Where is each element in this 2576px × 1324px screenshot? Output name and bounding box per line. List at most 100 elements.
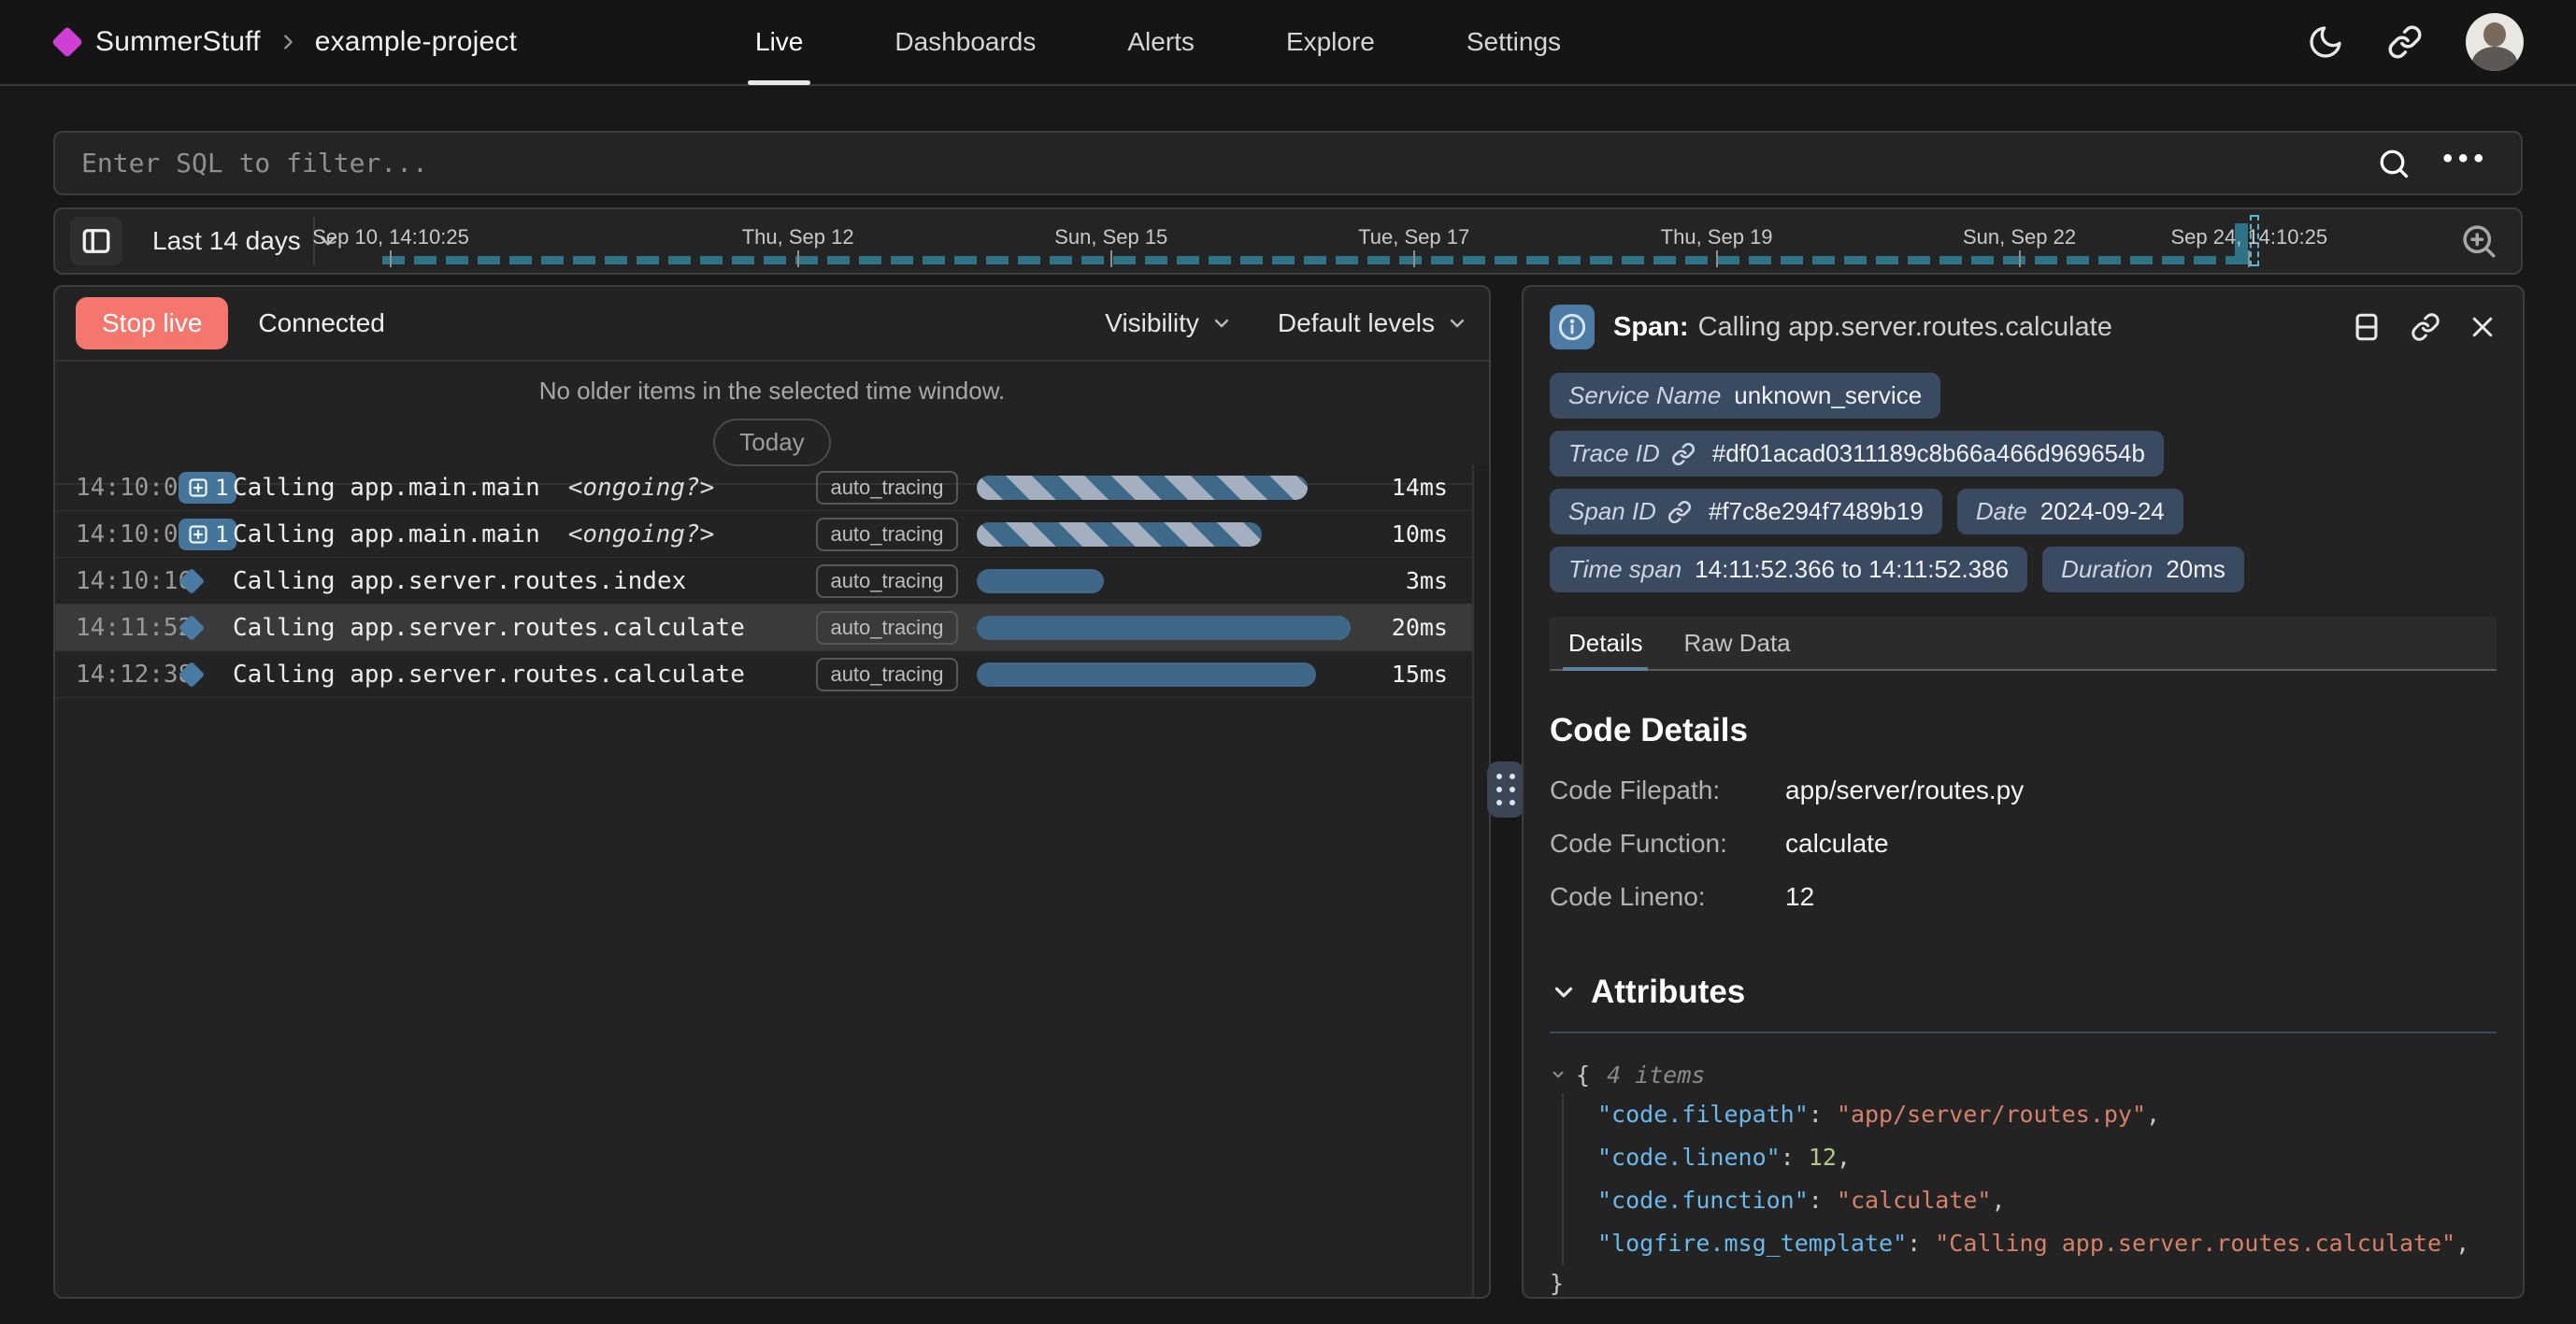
trace-row[interactable]: 14:11:52Calling app.server.routes.calcul… — [55, 605, 1472, 651]
trace-row-duration: 10ms — [1371, 520, 1472, 548]
sql-filter-input[interactable] — [55, 148, 2377, 178]
visibility-dropdown[interactable]: Visibility — [1105, 308, 1233, 338]
scrollbar-track[interactable] — [1472, 464, 1489, 1297]
trace-row[interactable]: 14:10:16Calling app.server.routes.indexa… — [55, 558, 1472, 605]
detail-tab-details[interactable]: Details — [1568, 617, 1642, 669]
timeline-tick-mark — [797, 250, 799, 267]
trace-row-tag-wrap: auto_tracing — [812, 658, 962, 691]
trace-row-time: 14:11:52 — [55, 614, 179, 642]
breadcrumb-project[interactable]: example-project — [315, 26, 517, 58]
duration-bar-track — [977, 522, 1362, 547]
timeline-tick-label: Sep 10, 14:10:25 — [312, 225, 469, 249]
meta-label: Service Name — [1568, 381, 1721, 410]
user-avatar[interactable] — [2466, 13, 2524, 71]
tag-auto-tracing[interactable]: auto_tracing — [816, 611, 957, 645]
chevron-down-icon — [1446, 312, 1468, 335]
json-open-brace: { — [1576, 1061, 1590, 1089]
trace-row-name: Calling app.server.routes.index — [233, 567, 686, 595]
duration-bar-track — [977, 616, 1362, 640]
trace-row[interactable]: 14:10:061Calling app.main.main<ongoing?>… — [55, 511, 1472, 558]
copy-link-icon[interactable] — [2411, 312, 2440, 342]
json-attribute: "code.function": "calculate", — [1597, 1179, 2497, 1222]
tag-auto-tracing[interactable]: auto_tracing — [816, 564, 957, 598]
tab-alerts[interactable]: Alerts — [1120, 0, 1202, 84]
expand-children-badge[interactable]: 1 — [179, 472, 236, 504]
app-root: SummerStuff example-project Live Dashboar… — [0, 0, 2576, 1324]
detail-tabs: Details Raw Data — [1550, 617, 2497, 671]
reader-view-icon[interactable] — [2351, 311, 2383, 343]
json-key: "code.filepath" — [1597, 1101, 1809, 1128]
nav-tabs: Live Dashboards Alerts Explore Settings — [748, 0, 1568, 84]
trace-row-time: 14:10:05 — [55, 474, 179, 502]
more-options-icon[interactable]: ••• — [2442, 145, 2489, 182]
json-comma: , — [1837, 1144, 1851, 1171]
timeline-zoom-in-icon[interactable] — [2459, 209, 2498, 273]
trace-row[interactable]: 14:12:38Calling app.server.routes.calcul… — [55, 651, 1472, 698]
tab-dashboards[interactable]: Dashboards — [887, 0, 1043, 84]
duration-bar-track — [977, 662, 1362, 687]
json-value: "app/server/routes.py" — [1837, 1101, 2146, 1128]
today-button[interactable]: Today — [713, 419, 830, 466]
dark-mode-icon[interactable] — [2307, 23, 2344, 61]
trace-row[interactable]: 14:10:05 1Calling app.main.main<ongoing?>… — [55, 464, 1472, 511]
trace-rows: 14:10:05 1Calling app.main.main<ongoing?>… — [55, 464, 1472, 1297]
json-colon: : — [1781, 1144, 1809, 1171]
close-icon[interactable] — [2469, 313, 2497, 341]
breadcrumb-org[interactable]: SummerStuff — [95, 26, 261, 58]
span-detail-actions — [2351, 311, 2497, 343]
stop-live-button[interactable]: Stop live — [76, 297, 228, 349]
attributes-divider — [1550, 1032, 2497, 1033]
span-diamond-icon — [179, 619, 233, 637]
trace-row-duration: 14ms — [1371, 474, 1472, 501]
attributes-heading: Attributes — [1550, 974, 2497, 1011]
link-icon[interactable] — [1667, 500, 1692, 524]
share-link-icon[interactable] — [2387, 24, 2423, 60]
chevron-down-icon — [1550, 978, 1578, 1006]
trace-row-main: Calling app.server.routes.calculate — [233, 661, 812, 689]
child-count: 1 — [215, 521, 228, 548]
json-comma: , — [1991, 1187, 2005, 1214]
json-key: "logfire.msg_template" — [1597, 1230, 1907, 1257]
tab-explore[interactable]: Explore — [1279, 0, 1382, 84]
detail-tab-raw-data[interactable]: Raw Data — [1683, 617, 1790, 669]
timeline-tick-label: Thu, Sep 12 — [742, 225, 854, 249]
json-root-line[interactable]: { 4 items — [1550, 1056, 2497, 1093]
duration-bar — [977, 616, 1351, 640]
code-detail-label: Code Filepath: — [1550, 776, 1785, 805]
code-detail-row: Code Lineno:12 — [1550, 882, 2497, 912]
trace-row-main: Calling app.main.main<ongoing?> — [233, 474, 812, 502]
json-colon: : — [1809, 1101, 1837, 1128]
expand-children-badge[interactable]: 1 — [179, 519, 233, 550]
meta-date: Date2024-09-24 — [1957, 489, 2183, 534]
timeline-tick-mark — [1110, 250, 1112, 267]
tag-auto-tracing[interactable]: auto_tracing — [816, 471, 957, 505]
trace-row-time: 14:10:06 — [55, 520, 179, 548]
link-icon[interactable] — [1671, 442, 1696, 466]
trace-row-ongoing: <ongoing?> — [568, 520, 715, 548]
meta-value: 14:11:52.366 to 14:11:52.386 — [1695, 555, 2009, 584]
chevron-down-icon — [1550, 1066, 1567, 1083]
expand-children-badge[interactable]: 1 — [179, 472, 233, 504]
diamond-icon — [179, 661, 205, 687]
live-panel: Stop live Connected Visibility Default l… — [53, 285, 1491, 1299]
child-count: 1 — [215, 475, 228, 501]
timeline[interactable]: Sep 10, 14:10:25Thu, Sep 12Sun, Sep 15Tu… — [328, 209, 2416, 273]
span-meta-badges: Service Nameunknown_serviceTrace ID#df01… — [1550, 373, 2497, 592]
search-icon[interactable] — [2377, 147, 2411, 180]
code-detail-value: 12 — [1785, 882, 1814, 912]
expand-children-badge[interactable]: 1 — [179, 519, 236, 550]
live-panel-header: Stop live Connected Visibility Default l… — [55, 287, 1489, 362]
tag-auto-tracing[interactable]: auto_tracing — [816, 518, 957, 551]
trace-row-duration: 20ms — [1371, 614, 1472, 641]
span-title-prefix: Span: — [1613, 312, 1689, 342]
diamond-icon — [179, 567, 205, 593]
trace-row-duration: 3ms — [1371, 567, 1472, 594]
tab-settings[interactable]: Settings — [1459, 0, 1568, 84]
default-levels-dropdown[interactable]: Default levels — [1278, 308, 1468, 338]
sidebar-toggle-button[interactable] — [70, 217, 122, 265]
panel-resize-handle[interactable] — [1487, 762, 1524, 818]
trace-row-main: Calling app.server.routes.index — [233, 567, 812, 595]
org-logo-icon[interactable] — [51, 26, 83, 58]
tag-auto-tracing[interactable]: auto_tracing — [816, 658, 957, 691]
tab-live[interactable]: Live — [748, 0, 810, 84]
